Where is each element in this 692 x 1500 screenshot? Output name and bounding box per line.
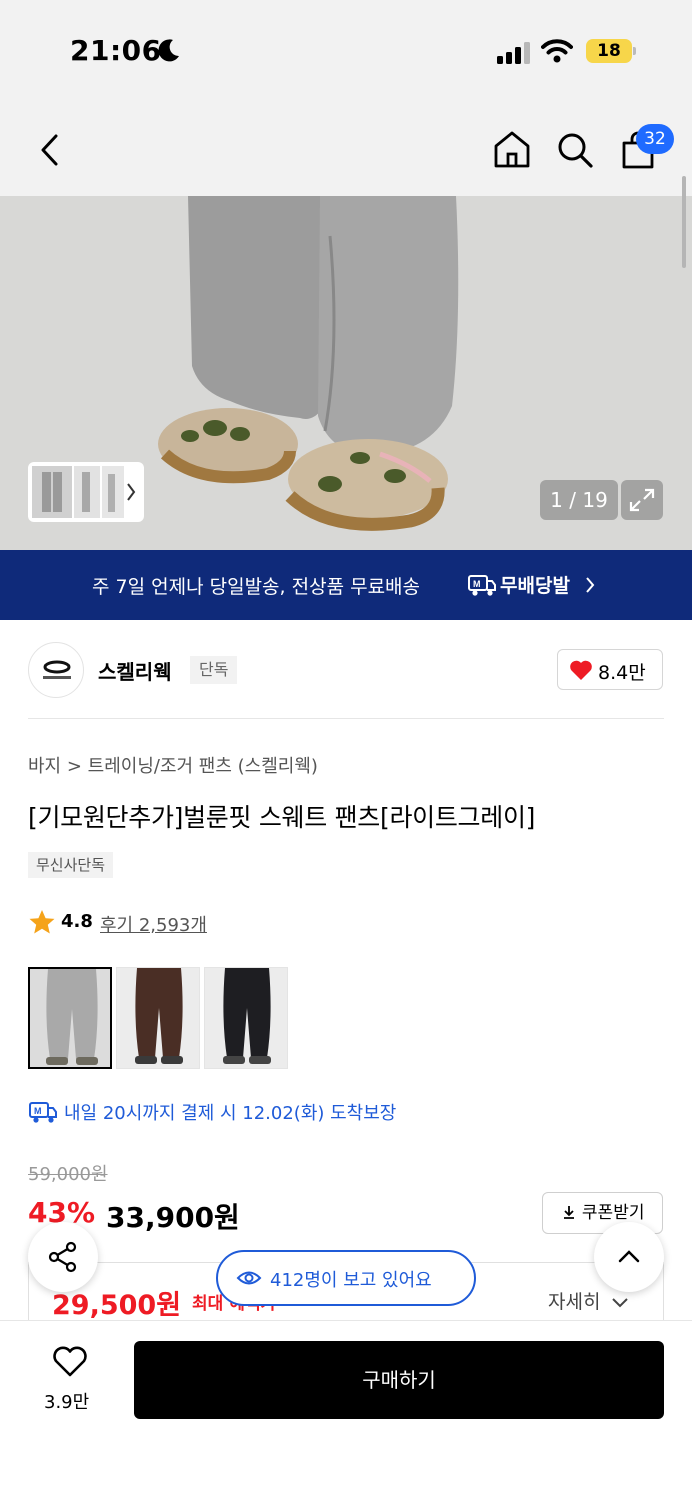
section-divider [28,718,664,719]
cart-count-badge: 32 [636,124,674,154]
scroll-to-top-button[interactable] [594,1222,664,1292]
color-swatch-black[interactable] [204,967,288,1069]
brand-exclusive-tag: 단독 [190,656,238,684]
brand-name[interactable]: 스켈리웩 [98,656,172,685]
moon-icon [158,39,179,62]
banner-brand: 무배당발 [500,575,570,597]
heart-outline-icon[interactable] [52,1346,88,1378]
color-swatch-brown[interactable] [116,967,200,1069]
original-price: 59,000원 [28,1164,108,1185]
delivery-truck-icon: M [29,1102,57,1123]
home-icon[interactable] [492,129,532,169]
swatch-image-lightgray [30,969,110,1067]
swatch-image-black [205,968,287,1068]
brand-logo-mark [43,660,71,679]
rating-score: 4.8 [61,911,93,932]
swatch-image-brown [117,968,199,1068]
sale-price: 33,900원 [106,1201,240,1234]
heart-filled-icon [570,660,592,680]
detail-toggle[interactable]: 자세히 [548,1287,629,1314]
svg-text:M: M [34,1106,42,1116]
share-button[interactable] [28,1222,98,1292]
chevron-right-icon [586,577,595,593]
product-title: [기모원단추가]벌룬핏 스웨트 팬츠[라이트그레이] [28,803,536,832]
delivery-truck-icon: M [468,575,496,596]
expand-icon [629,488,655,512]
cellular-signal-icon [497,42,530,64]
page-scrollbar[interactable] [682,176,686,268]
color-swatch-lightgray[interactable] [28,967,112,1069]
expand-image-button[interactable] [621,480,663,520]
star-icon [29,910,55,934]
battery-indicator: 18 [586,39,632,63]
detail-label: 자세히 [548,1291,601,1313]
brand-logo[interactable] [28,642,84,698]
banner-text: 주 7일 언제나 당일발송, 전상품 무료배송 [92,576,421,598]
arrival-guarantee-text[interactable]: 내일 20시까지 결제 시 12.02(화) 도착보장 [64,1099,396,1125]
buy-button[interactable]: 구매하기 [134,1341,664,1419]
exclusive-badge: 무신사단독 [28,852,114,878]
gallery-thumbnail-strip[interactable] [28,462,144,522]
gallery-thumbnails [32,466,136,518]
svg-text:M: M [473,579,481,589]
coupon-label: 쿠폰받기 [581,1203,645,1223]
wifi-icon [541,39,573,63]
back-chevron-icon[interactable] [36,132,64,168]
viewers-count-text: 412명이 보고 있어요 [270,1270,432,1291]
status-time: 21:06 [70,34,162,67]
breadcrumb[interactable]: 바지 > 트레이닝/조거 팬츠 (스켈리웩) [28,752,318,778]
gallery-counter: 1 / 19 [540,480,618,520]
chevron-down-icon [611,1297,628,1307]
wishlist-count: 3.9만 [44,1392,90,1413]
search-icon[interactable] [556,131,594,169]
review-count-link[interactable]: 후기 2,593개 [100,911,207,937]
download-icon [563,1206,574,1219]
share-icon [48,1241,77,1273]
eye-icon [236,1271,262,1285]
battery-tip [633,47,636,55]
brand-like-count: 8.4만 [598,662,646,684]
chevron-up-icon [618,1250,640,1263]
delivery-banner[interactable]: 주 7일 언제나 당일발송, 전상품 무료배송 M 무배당발 [0,550,692,620]
